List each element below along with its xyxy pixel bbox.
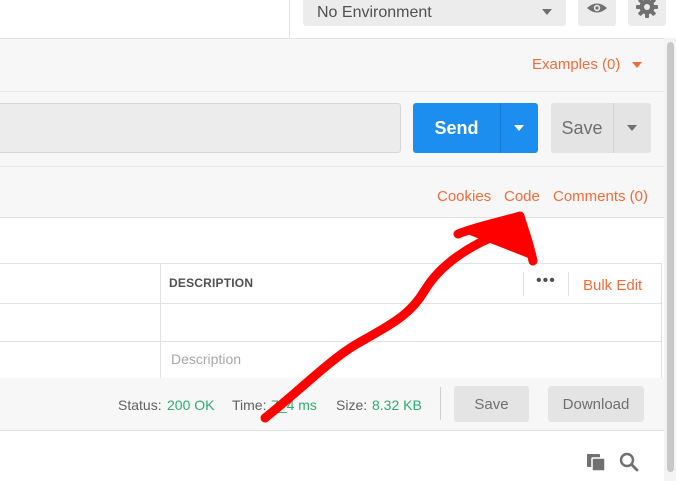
send-label: Send (434, 117, 479, 138)
send-options-button[interactable] (500, 103, 538, 153)
size-value: 8.32 KB (372, 397, 422, 413)
url-input[interactable] (0, 103, 401, 153)
params-table: DESCRIPTION ••• Bulk Edit Description (0, 263, 662, 379)
chevron-down-icon (514, 125, 524, 131)
chevron-down-icon[interactable] (632, 62, 642, 68)
send-button[interactable]: Send (413, 103, 500, 153)
environment-quick-look-button[interactable] (578, 0, 616, 26)
save-label: Save (561, 117, 603, 138)
save-options-button[interactable] (613, 103, 651, 153)
examples-dropdown[interactable]: Examples (0) (532, 56, 620, 73)
bulk-edit-link[interactable]: Bulk Edit (583, 277, 642, 294)
response-divider (440, 387, 441, 420)
settings-button[interactable] (628, 0, 666, 26)
description-input[interactable]: Description (171, 351, 241, 367)
status-label: Status: (118, 397, 162, 413)
save-response-button[interactable]: Save (454, 386, 529, 422)
save-response-label: Save (474, 395, 509, 413)
gear-icon (636, 0, 658, 18)
column-divider (661, 264, 662, 379)
chevron-down-icon (542, 9, 552, 15)
top-bar-divider (289, 0, 290, 38)
eye-icon (587, 3, 607, 13)
chevron-down-icon (627, 125, 637, 131)
column-divider (160, 264, 161, 379)
time-value: 7_4 ms (271, 397, 317, 413)
more-options-icon[interactable]: ••• (536, 272, 556, 290)
cookies-link[interactable]: Cookies (437, 188, 491, 205)
code-link[interactable]: Code (504, 188, 540, 205)
size-label: Size: (336, 397, 368, 413)
search-icon[interactable] (618, 451, 640, 478)
download-label: Download (562, 395, 630, 413)
header-divider (523, 272, 524, 296)
status-value: 200 OK (167, 397, 215, 413)
scrollbar-thumb[interactable] (667, 42, 674, 472)
save-button[interactable]: Save (551, 103, 613, 153)
download-response-button[interactable]: Download (548, 386, 644, 422)
header-divider (568, 272, 569, 296)
comments-link[interactable]: Comments (0) (553, 188, 648, 205)
environment-select[interactable]: No Environment (303, 0, 566, 26)
description-column-header: DESCRIPTION (169, 276, 254, 290)
copy-icon[interactable] (586, 451, 608, 478)
table-row[interactable] (0, 342, 662, 379)
time-label: Time: (232, 397, 267, 413)
table-header-row: DESCRIPTION ••• Bulk Edit (0, 264, 662, 304)
environment-label: No Environment (317, 4, 432, 21)
table-row[interactable] (0, 304, 662, 342)
